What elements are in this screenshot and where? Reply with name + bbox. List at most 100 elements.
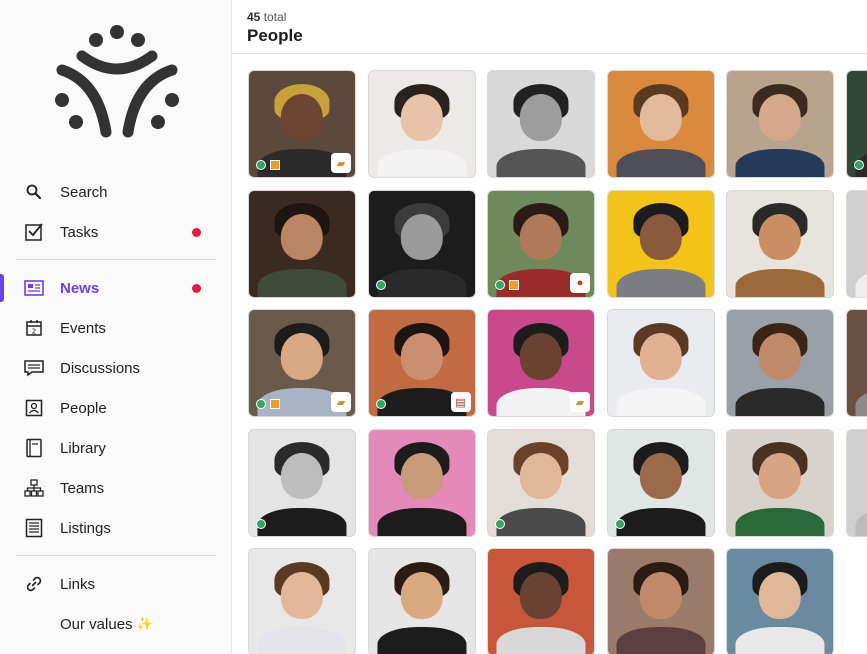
sidebar-divider [16,555,216,556]
person-photo-shirt [615,507,706,536]
count-suffix: total [263,10,287,24]
sidebar-item-links[interactable]: Links [0,564,232,604]
person-photo-face [400,452,443,500]
person-photo-shirt [376,268,467,297]
calendar-icon: 2 [24,318,44,338]
person-card[interactable] [487,428,595,537]
person-card[interactable] [845,428,867,537]
online-status-icon [375,399,386,409]
page-header: 45 total People [232,0,867,54]
person-photo-face [758,213,802,261]
person-photo-face [639,333,682,380]
online-status-icon [256,160,266,170]
person-card[interactable] [726,70,834,178]
person-card[interactable] [845,70,867,178]
person-card[interactable] [606,70,715,178]
person-card[interactable]: ▰ [248,70,356,178]
person-photo-face [758,94,802,141]
online-status-icon [853,160,864,170]
person-card[interactable] [248,428,356,537]
page-title: People [247,26,303,45]
person-photo-shirt [735,627,825,654]
sidebar-item-people[interactable]: People [0,388,232,428]
sidebar-item-search[interactable]: Search [0,172,232,212]
checkbox-icon [24,222,44,242]
person-card[interactable]: ▤ [367,309,476,417]
brand-logo[interactable] [52,20,182,145]
chat-icon [24,358,44,378]
person-card[interactable] [248,189,356,298]
svg-text:2: 2 [32,328,36,336]
person-card[interactable] [726,189,834,298]
person-photo-shirt [854,268,867,297]
person-photo-face [519,213,563,261]
person-card[interactable] [726,548,834,654]
sidebar-item-events[interactable]: 2 Events [0,308,232,348]
bread-icon: ▰ [570,392,590,412]
person-photo-shirt [496,627,586,654]
person-card[interactable] [726,309,834,417]
sidebar-divider [16,259,216,260]
sidebar-item-teams[interactable]: Teams [0,468,232,508]
person-photo-face [400,213,443,261]
sidebar-item-label: Events [60,319,106,337]
person-photo-shirt [735,507,825,536]
person-card[interactable] [367,548,476,654]
person-photo-face [280,213,324,261]
person-card[interactable] [606,189,715,298]
person-photo-shirt [735,268,825,297]
online-status-icon [495,518,505,529]
person-photo-face [280,94,324,141]
sidebar-item-library[interactable]: Library [0,428,232,468]
sparkle-icon: ✨ [136,616,153,631]
person-photo-face [519,94,563,141]
newspaper-icon [24,278,44,298]
orange-tag-icon [270,160,280,170]
person-photo-face [519,452,563,500]
sidebar-item-label: Links [60,575,96,593]
person-photo-face [280,333,324,380]
person-photo-face [758,333,802,380]
person-photo-shirt [854,507,867,536]
person-card[interactable]: ● [487,189,595,298]
person-card[interactable] [606,428,715,537]
sidebar-item-listings[interactable]: Listings [0,508,232,548]
person-photo-shirt [257,268,347,297]
sidebar-item-discussions[interactable]: Discussions [0,348,232,388]
person-card[interactable] [248,548,356,654]
person-card[interactable] [845,309,867,417]
person-card[interactable] [845,189,867,298]
person-card[interactable] [606,309,715,417]
person-card[interactable] [606,548,715,654]
person-photo-face [400,94,443,141]
person-photo-shirt [496,507,586,536]
person-card[interactable] [367,189,476,298]
person-photo-shirt [257,507,347,536]
person-card[interactable] [487,548,595,654]
person-photo-shirt [496,149,586,177]
person-photo-face [280,572,324,619]
person-photo-face [400,333,443,380]
sidebar-item-label: Listings [60,519,111,537]
sidebar-item-news[interactable]: News [0,268,232,308]
sidebar-item-our-values[interactable]: Our values ✨ [0,604,232,644]
apple-icon: ● [570,272,590,293]
person-photo-face [639,452,682,500]
person-card[interactable] [367,70,476,178]
person-card[interactable]: ▰ [487,309,595,417]
person-photo-shirt [376,507,467,536]
person-card[interactable]: ▰ [248,309,356,417]
notification-dot [192,228,201,237]
online-status-icon [256,399,266,409]
app-window: Search Tasks News 2 Events Discussions P… [0,0,867,654]
person-card[interactable] [367,428,476,537]
sidebar-item-tasks[interactable]: Tasks [0,212,232,252]
notepad-icon: ▤ [450,392,471,412]
sidebar-nav: Search Tasks News 2 Events Discussions P… [0,172,232,644]
person-photo-face [400,572,443,619]
person-card[interactable] [726,428,834,537]
person-card[interactable] [487,70,595,178]
sidebar: Search Tasks News 2 Events Discussions P… [0,0,232,654]
person-photo-shirt [615,149,706,177]
sidebar-item-label: Search [60,183,108,201]
